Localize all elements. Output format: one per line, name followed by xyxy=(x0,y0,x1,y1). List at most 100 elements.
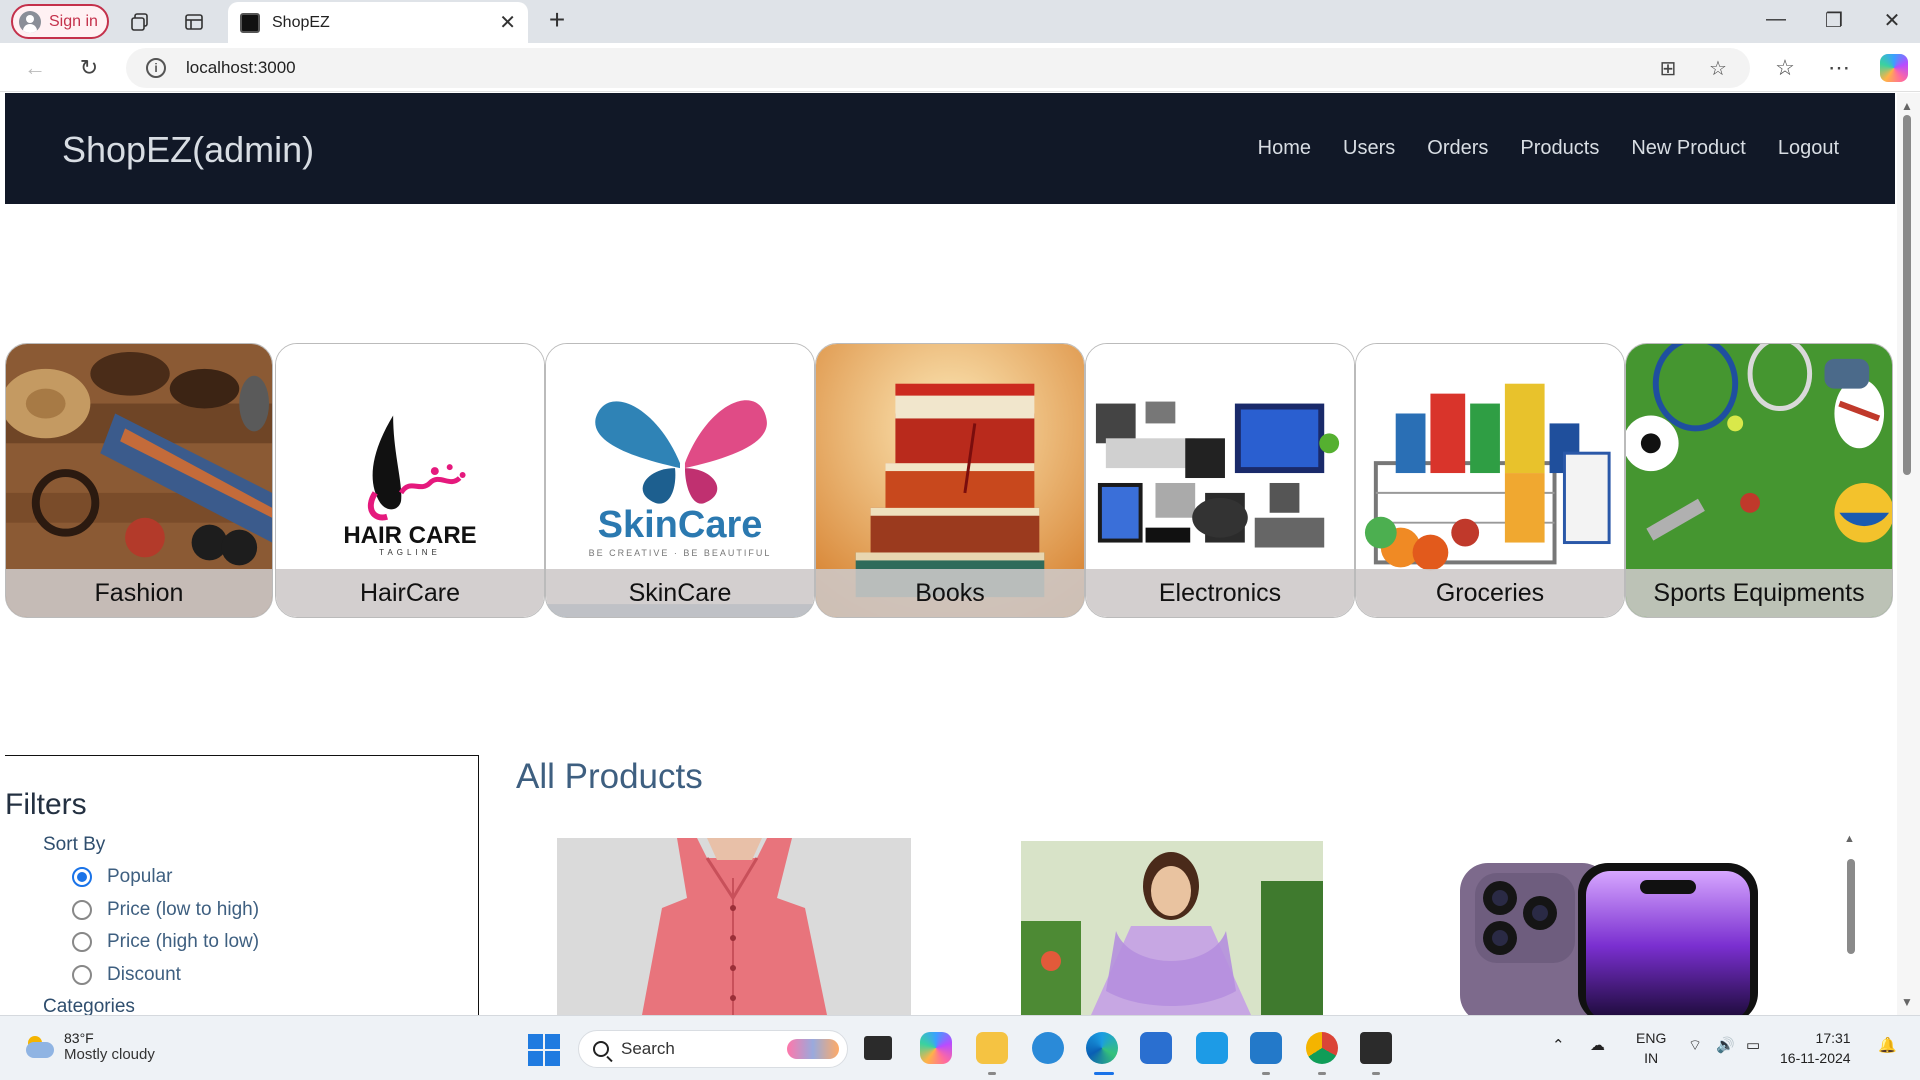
sign-in-button[interactable]: Sign in xyxy=(11,4,109,39)
scroll-up-icon[interactable]: ▲ xyxy=(1844,833,1855,845)
copilot-icon[interactable] xyxy=(1880,54,1908,82)
help-app-icon[interactable] xyxy=(1032,1032,1064,1064)
sort-option-price-low-high[interactable]: Price (low to high) xyxy=(72,899,259,921)
nav-logout[interactable]: Logout xyxy=(1778,137,1839,160)
category-card-sports[interactable]: Sports Equipments xyxy=(1625,343,1893,618)
app-available-icon[interactable]: ⊞ xyxy=(1656,56,1680,80)
lavender-kurta-image xyxy=(1021,841,1323,1015)
sort-option-price-high-low[interactable]: Price (high to low) xyxy=(72,931,259,953)
product-card[interactable] xyxy=(1430,838,1790,1015)
cloudy-weather-icon xyxy=(24,1035,54,1058)
vscode-icon[interactable] xyxy=(1250,1032,1282,1064)
radio-button[interactable] xyxy=(72,965,92,985)
battery-icon[interactable]: ▭ xyxy=(1746,1036,1760,1054)
chrome-icon[interactable] xyxy=(1306,1032,1338,1064)
browser-tab-strip: Sign in ShopEZ ✕ + — ❐ ✕ xyxy=(0,0,1920,43)
category-card-books[interactable]: Books xyxy=(815,343,1085,618)
windows-start-icon[interactable] xyxy=(528,1034,560,1066)
nav-users[interactable]: Users xyxy=(1343,137,1395,160)
radio-label: Popular xyxy=(107,866,173,887)
wifi-icon[interactable]: ⌔ xyxy=(1688,1036,1702,1055)
scroll-down-icon[interactable]: ▼ xyxy=(1901,995,1913,1009)
taskbar-search[interactable]: Search xyxy=(578,1030,848,1068)
address-bar[interactable]: i localhost:3000 ⊞ ☆ xyxy=(126,48,1750,88)
onedrive-offline-icon[interactable]: ☁ xyxy=(1590,1036,1605,1054)
radio-button[interactable] xyxy=(72,867,92,887)
skincare-tagline: BE CREATIVE · BE BEAUTIFUL xyxy=(588,548,772,558)
filters-panel: Filters Sort By Popular Price (low to hi… xyxy=(5,755,479,1015)
page-scrollbar[interactable]: ▲ ▼ xyxy=(1897,93,1920,1015)
nav-links: Home Users Orders Products New Product L… xyxy=(1258,137,1839,160)
show-hidden-icons-icon[interactable]: ⌃ xyxy=(1552,1036,1565,1054)
active-indicator xyxy=(1094,1072,1114,1075)
sort-option-discount[interactable]: Discount xyxy=(72,964,181,986)
reload-icon[interactable]: ↻ xyxy=(74,53,104,83)
workspaces-icon[interactable] xyxy=(126,8,154,36)
edge-browser-icon[interactable] xyxy=(1086,1032,1118,1064)
weather-widget[interactable]: 83°F Mostly cloudy xyxy=(24,1030,155,1063)
tab-title: ShopEZ xyxy=(272,13,330,31)
search-highlight-icon xyxy=(787,1039,839,1059)
nav-orders[interactable]: Orders xyxy=(1427,137,1488,160)
products-scrollbar[interactable]: ▲ xyxy=(1842,833,1858,1013)
category-card-fashion[interactable]: Fashion xyxy=(5,343,273,618)
radio-button[interactable] xyxy=(72,932,92,952)
new-tab-icon[interactable]: + xyxy=(542,4,572,36)
category-label: HairCare xyxy=(276,569,544,617)
region-code: IN xyxy=(1644,1050,1659,1066)
radio-label: Discount xyxy=(107,964,181,985)
close-tab-icon[interactable]: ✕ xyxy=(499,10,516,35)
favorite-star-icon[interactable]: ☆ xyxy=(1706,56,1730,80)
running-indicator xyxy=(988,1072,996,1075)
profile-icon xyxy=(19,10,41,33)
favorites-icon[interactable]: ☆ xyxy=(1770,53,1800,83)
task-view-icon[interactable] xyxy=(864,1036,892,1060)
volume-icon[interactable]: 🔊 xyxy=(1716,1036,1735,1054)
tab-actions-icon[interactable] xyxy=(180,8,208,36)
product-card[interactable] xyxy=(1021,841,1323,1015)
nav-home[interactable]: Home xyxy=(1258,137,1311,160)
minimize-icon[interactable]: — xyxy=(1756,8,1796,31)
nav-products[interactable]: Products xyxy=(1520,137,1599,160)
terminal-icon[interactable] xyxy=(1360,1032,1392,1064)
close-window-icon[interactable]: ✕ xyxy=(1872,8,1912,33)
category-card-groceries[interactable]: Groceries xyxy=(1355,343,1625,618)
more-menu-icon[interactable]: ⋯ xyxy=(1824,53,1854,83)
category-label: Electronics xyxy=(1086,569,1354,617)
running-indicator xyxy=(1318,1072,1326,1075)
sort-option-popular[interactable]: Popular xyxy=(72,866,173,888)
copilot-app-icon[interactable] xyxy=(920,1032,952,1064)
category-card-haircare[interactable]: HAIR CARE TAGLINE HairCare xyxy=(275,343,545,618)
url-text[interactable]: localhost:3000 xyxy=(186,58,296,78)
filters-title: Filters xyxy=(5,788,87,821)
category-card-skincare[interactable]: SkinCare BE CREATIVE · BE BEAUTIFUL Skin… xyxy=(545,343,815,618)
language-code: ENG xyxy=(1636,1030,1667,1046)
weather-condition: Mostly cloudy xyxy=(64,1046,155,1063)
date: 16-11-2024 xyxy=(1780,1050,1851,1066)
notifications-bell-icon[interactable]: 🔔 xyxy=(1878,1036,1897,1054)
scroll-up-icon[interactable]: ▲ xyxy=(1901,99,1913,113)
site-navbar: ShopEZ(admin) Home Users Orders Products… xyxy=(5,93,1895,204)
scroll-thumb[interactable] xyxy=(1847,859,1855,954)
restore-icon[interactable]: ❐ xyxy=(1814,8,1854,33)
back-icon[interactable]: ← xyxy=(20,53,50,83)
running-indicator xyxy=(1372,1072,1380,1075)
nav-new-product[interactable]: New Product xyxy=(1631,137,1746,160)
site-info-icon[interactable]: i xyxy=(146,58,166,78)
myhp-icon[interactable] xyxy=(1196,1032,1228,1064)
category-card-electronics[interactable]: Electronics xyxy=(1085,343,1355,618)
address-bar-row: ← ↻ i localhost:3000 ⊞ ☆ ☆ ⋯ xyxy=(0,43,1920,92)
shopez-favicon-icon xyxy=(240,12,260,33)
microsoft-store-icon[interactable] xyxy=(1140,1032,1172,1064)
clock[interactable]: 17:31 16-11-2024 xyxy=(1780,1028,1851,1068)
brand-title[interactable]: ShopEZ(admin) xyxy=(62,129,314,171)
search-icon xyxy=(593,1041,609,1057)
file-explorer-icon[interactable] xyxy=(976,1032,1008,1064)
all-products-title: All Products xyxy=(516,757,703,796)
scroll-thumb[interactable] xyxy=(1903,115,1911,475)
sign-in-label: Sign in xyxy=(49,12,98,30)
radio-button[interactable] xyxy=(72,900,92,920)
tab-shopez[interactable]: ShopEZ ✕ xyxy=(228,2,528,43)
language-indicator[interactable]: ENG IN xyxy=(1636,1028,1666,1068)
product-card[interactable] xyxy=(557,838,911,1015)
